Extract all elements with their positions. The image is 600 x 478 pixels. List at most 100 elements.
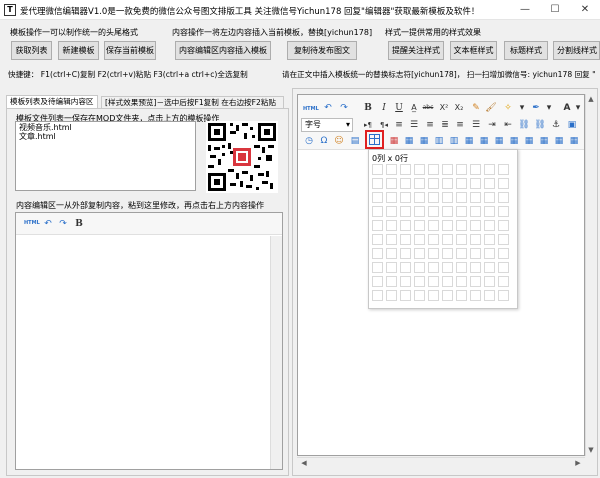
table-picker-cell[interactable] [484,192,495,203]
cell-props-icon[interactable]: ▦ [568,135,580,147]
indent-icon[interactable]: ⇥ [486,119,498,131]
table-picker-cell[interactable] [386,220,397,231]
table-picker-cell[interactable] [498,248,509,259]
html-source-icon[interactable]: HTML [303,106,319,112]
table-picker-cell[interactable] [428,206,439,217]
table-picker-cell[interactable] [470,234,481,245]
table-props-icon[interactable]: ▦ [553,135,565,147]
strikethrough-icon[interactable]: abc [422,102,434,114]
table-picker-cell[interactable] [414,220,425,231]
content-editor[interactable] [15,212,283,470]
table-picker-cell[interactable] [400,262,411,273]
table-picker-cell[interactable] [414,290,425,301]
table-picker-cell[interactable] [414,192,425,203]
scroll-down-icon[interactable]: ▼ [586,446,596,454]
align-center-icon[interactable]: ≣ [439,119,451,131]
insert-col-icon[interactable]: ▥ [433,135,445,147]
table-picker-cell[interactable] [456,206,467,217]
superscript-icon[interactable]: X² [438,102,450,114]
table-picker-cell[interactable] [414,248,425,259]
table-picker-cell[interactable] [428,248,439,259]
table-picker-cell[interactable] [414,262,425,273]
table-picker-cell[interactable] [442,220,453,231]
table-picker-cell[interactable] [456,248,467,259]
table-picker-cell[interactable] [484,178,495,189]
table-picker-cell[interactable] [498,220,509,231]
table-picker-cell[interactable] [372,192,383,203]
scroll-up-icon[interactable]: ▲ [586,95,596,103]
delete-table-icon[interactable]: ▦ [388,135,400,147]
link-icon[interactable]: ⛓ [518,119,530,131]
table-picker-cell[interactable] [456,262,467,273]
paragraph-spacing-icon[interactable]: ☰ [408,119,420,131]
table-picker-cell[interactable] [386,276,397,287]
table-picker-cell[interactable] [484,276,495,287]
table-picker-cell[interactable] [442,206,453,217]
tab-template-list[interactable]: 模板列表及待编辑内容区 [6,95,98,108]
table-picker-grid[interactable] [372,164,515,307]
table-picker-cell[interactable] [484,262,495,273]
align-justify-icon[interactable]: ☰ [470,119,482,131]
table-picker-cell[interactable] [442,178,453,189]
table-picker-cell[interactable] [414,234,425,245]
highlight-icon[interactable]: ✒ [530,102,542,114]
table-picker-cell[interactable] [414,164,425,175]
table-picker-cell[interactable] [498,164,509,175]
insert-table-button[interactable] [365,130,384,149]
table-picker-cell[interactable] [470,178,481,189]
table-picker-cell[interactable] [484,290,495,301]
image-icon[interactable]: ▣ [566,119,578,131]
split-cols-icon[interactable]: ▦ [538,135,550,147]
anchor-icon[interactable]: ⚓ [550,119,562,131]
html-source-icon[interactable]: HTML [24,220,40,226]
table-picker-cell[interactable] [442,276,453,287]
delete-col-icon[interactable]: ▥ [448,135,460,147]
emotion-icon[interactable]: ☺ [333,135,345,147]
scroll-right-icon[interactable]: ▶ [573,459,583,467]
underline-icon[interactable]: U [393,102,405,114]
time-icon[interactable]: ◷ [303,135,315,147]
table-picker-cell[interactable] [498,276,509,287]
table-picker-cell[interactable] [400,234,411,245]
format-painter-icon[interactable]: 🖌 [485,102,497,114]
subscript-icon[interactable]: X₂ [453,102,465,114]
table-picker-cell[interactable] [400,290,411,301]
new-template-button[interactable]: 新建模板 [58,41,99,60]
content-scrollbar[interactable] [270,236,282,469]
table-picker-cell[interactable] [456,290,467,301]
table-picker-cell[interactable] [498,206,509,217]
get-list-button[interactable]: 获取列表 [11,41,52,60]
copy-publish-button[interactable]: 复制待发布图文 [287,41,357,60]
undo-icon[interactable]: ↶ [322,102,334,114]
heading-style-button[interactable]: 标题样式 [504,41,548,60]
table-picker-cell[interactable] [400,220,411,231]
table-picker-cell[interactable] [470,192,481,203]
table-picker-cell[interactable] [400,206,411,217]
table-picker-cell[interactable] [386,206,397,217]
table-picker-cell[interactable] [470,290,481,301]
line-height-icon[interactable]: ≡ [393,119,405,131]
table-picker-cell[interactable] [414,276,425,287]
bold-icon[interactable]: B [73,218,85,230]
table-picker-cell[interactable] [400,164,411,175]
table-picker-cell[interactable] [498,262,509,273]
dropdown-arrow-icon[interactable]: ▾ [543,102,555,114]
textbox-style-button[interactable]: 文本框样式 [450,41,497,60]
table-picker-cell[interactable] [386,234,397,245]
table-picker-cell[interactable] [386,248,397,259]
table-picker-cell[interactable] [484,234,495,245]
table-picker-cell[interactable] [372,234,383,245]
merge-down-icon[interactable]: ▦ [493,135,505,147]
table-picker-cell[interactable] [428,262,439,273]
table-picker-cell[interactable] [470,276,481,287]
table-picker-cell[interactable] [428,290,439,301]
font-size-select[interactable]: 字号 ▾ [301,118,353,132]
table-picker-cell[interactable] [372,248,383,259]
font-border-icon[interactable]: A̲ [408,102,420,114]
editor-hscrollbar[interactable] [297,457,585,469]
table-picker-cell[interactable] [400,276,411,287]
table-picker-cell[interactable] [470,206,481,217]
save-template-button[interactable]: 保存当前模板 [104,41,156,60]
file-list[interactable]: 视频音乐.html 文章.html [15,121,196,191]
special-char-icon[interactable]: Ω [318,135,330,147]
